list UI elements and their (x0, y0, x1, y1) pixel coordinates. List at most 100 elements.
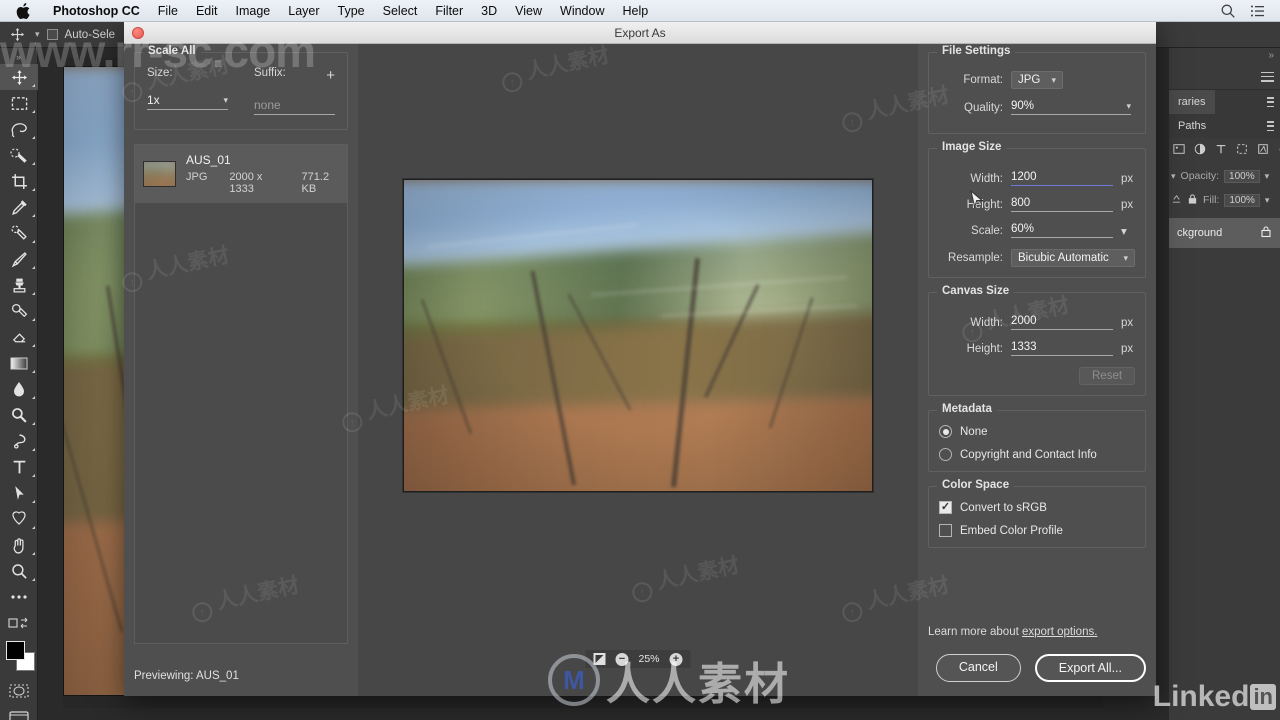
type-filter-icon[interactable] (1215, 142, 1227, 160)
menu-view[interactable]: View (506, 0, 551, 22)
image-height-input[interactable]: 800 (1011, 197, 1113, 212)
file-info: AUS_01 JPG 2000 x 1333 771.2 KB (186, 153, 339, 195)
control-center-icon[interactable] (1250, 3, 1266, 19)
lock-icon[interactable] (1260, 225, 1272, 241)
opacity-chevron-icon[interactable]: ▾ (1265, 171, 1270, 182)
image-preview[interactable] (403, 178, 873, 492)
tool-eyedropper[interactable] (0, 194, 38, 220)
list-item[interactable]: AUS_01 JPG 2000 x 1333 771.2 KB (135, 145, 347, 203)
image-height-unit: px (1121, 198, 1134, 211)
menu-3d[interactable]: 3D (472, 0, 506, 22)
panel-strip-top[interactable] (1169, 64, 1280, 90)
tool-edit-toolbar[interactable] (0, 584, 38, 610)
add-scale-button[interactable]: + (326, 67, 335, 84)
radio-none-icon[interactable] (939, 425, 952, 438)
tool-rectangular-marquee[interactable] (0, 90, 38, 116)
foreground-color-swatch[interactable] (6, 641, 25, 660)
image-width-input[interactable]: 1200 (1011, 171, 1113, 186)
metadata-option-none[interactable]: None (939, 425, 1135, 438)
embed-profile-label: Embed Color Profile (960, 524, 1063, 537)
fill-label: Fill: (1203, 194, 1220, 206)
fill-value[interactable]: 100% (1224, 193, 1260, 207)
image-scale-input[interactable]: 60% (1011, 223, 1113, 238)
dialog-title: Export As (614, 25, 666, 40)
menu-app-name[interactable]: Photoshop CC (44, 0, 149, 22)
tool-zoom[interactable] (0, 558, 38, 584)
menu-image[interactable]: Image (227, 0, 280, 22)
color-space-option-embed[interactable]: Embed Color Profile (939, 524, 1135, 537)
tool-clone-stamp[interactable] (0, 272, 38, 298)
menu-layer[interactable]: Layer (279, 0, 328, 22)
smart-object-filter-icon[interactable] (1257, 142, 1269, 160)
color-space-option-srgb[interactable]: Convert to sRGB (939, 501, 1135, 514)
quality-chevron-down-icon[interactable]: ▾ (1118, 101, 1131, 112)
fill-chevron-icon[interactable]: ▾ (1265, 195, 1270, 206)
adjustment-filter-icon[interactable] (1194, 142, 1206, 160)
tool-custom-shape[interactable] (0, 506, 38, 532)
image-filter-icon[interactable] (1173, 142, 1185, 160)
tool-spot-healing-brush[interactable] (0, 220, 38, 246)
blend-mode-chevron-icon[interactable]: ▾ (1171, 171, 1176, 182)
canvas-width-input[interactable]: 2000 (1011, 315, 1113, 330)
canvas-height-input[interactable]: 1333 (1011, 341, 1113, 356)
tool-lasso[interactable] (0, 116, 38, 142)
opacity-value[interactable]: 100% (1224, 169, 1260, 183)
export-options-link[interactable]: export options. (1022, 626, 1097, 638)
tool-hand[interactable] (0, 532, 38, 558)
tool-brush[interactable] (0, 246, 38, 272)
size-dropdown[interactable]: 1x ▾ (147, 93, 228, 110)
tool-dodge[interactable] (0, 402, 38, 428)
cancel-button[interactable]: Cancel (935, 654, 1021, 682)
apple-logo-icon[interactable] (16, 2, 30, 19)
tool-pen[interactable] (0, 428, 38, 454)
menu-window[interactable]: Window (551, 0, 613, 22)
layer-row-background[interactable]: ckground (1169, 218, 1280, 248)
export-all-button[interactable]: Export All... (1034, 654, 1146, 682)
tool-quick-selection[interactable] (0, 142, 38, 168)
menu-edit[interactable]: Edit (187, 0, 227, 22)
lock-all-icon[interactable] (1187, 193, 1198, 208)
shape-filter-icon[interactable] (1236, 142, 1248, 160)
photoshop-toolbar: » (0, 48, 38, 720)
tool-history-brush[interactable] (0, 298, 38, 324)
image-scale-chevron-down-icon[interactable]: ▾ (1113, 224, 1135, 238)
tab-libraries[interactable]: raries (1169, 90, 1215, 114)
reset-button[interactable]: Reset (1079, 367, 1135, 385)
paths-panel-menu-icon[interactable] (1267, 121, 1280, 131)
menu-type[interactable]: Type (329, 0, 374, 22)
tool-horizontal-type[interactable] (0, 454, 38, 480)
quality-field[interactable]: 90% ▾ (1011, 100, 1131, 115)
screen-mode-icons[interactable] (0, 610, 38, 636)
menu-select[interactable]: Select (374, 0, 427, 22)
format-dropdown[interactable]: JPG ▾ (1011, 71, 1063, 89)
quick-mask-mode-icon[interactable] (0, 678, 38, 704)
metadata-title: Metadata (937, 403, 997, 415)
file-settings-title: File Settings (937, 45, 1016, 57)
metadata-option-copyright[interactable]: Copyright and Contact Info (939, 448, 1135, 461)
lock-transparency-icon[interactable] (1171, 193, 1182, 207)
menu-help[interactable]: Help (614, 0, 658, 22)
menu-filter[interactable]: Filter (426, 0, 472, 22)
libraries-panel-tabs: raries (1169, 90, 1280, 114)
search-icon[interactable] (1220, 3, 1236, 19)
color-swatches[interactable] (0, 638, 38, 678)
tool-eraser[interactable] (0, 324, 38, 350)
checkbox-embed-profile-icon[interactable] (939, 524, 952, 537)
panel-menu-icon[interactable] (1261, 71, 1274, 82)
screen-mode-toggle-icon[interactable] (0, 704, 38, 720)
tool-crop[interactable] (0, 168, 38, 194)
image-size-title: Image Size (937, 141, 1007, 153)
radio-copyright-icon[interactable] (939, 448, 952, 461)
tool-gradient[interactable] (0, 350, 38, 376)
checkbox-convert-srgb-icon[interactable] (939, 501, 952, 514)
tab-paths[interactable]: Paths (1169, 114, 1215, 138)
menu-file[interactable]: File (149, 0, 187, 22)
tool-path-selection[interactable] (0, 480, 38, 506)
resample-dropdown[interactable]: Bicubic Automatic ▾ (1011, 249, 1135, 267)
previewing-status: Previewing: AUS_01 (134, 670, 239, 682)
panel-expand-icon[interactable]: » (1169, 48, 1280, 64)
libraries-panel-menu-icon[interactable] (1267, 97, 1280, 107)
suffix-input[interactable]: none (254, 98, 335, 115)
tool-blur[interactable] (0, 376, 38, 402)
opacity-label: Opacity: (1180, 170, 1220, 182)
